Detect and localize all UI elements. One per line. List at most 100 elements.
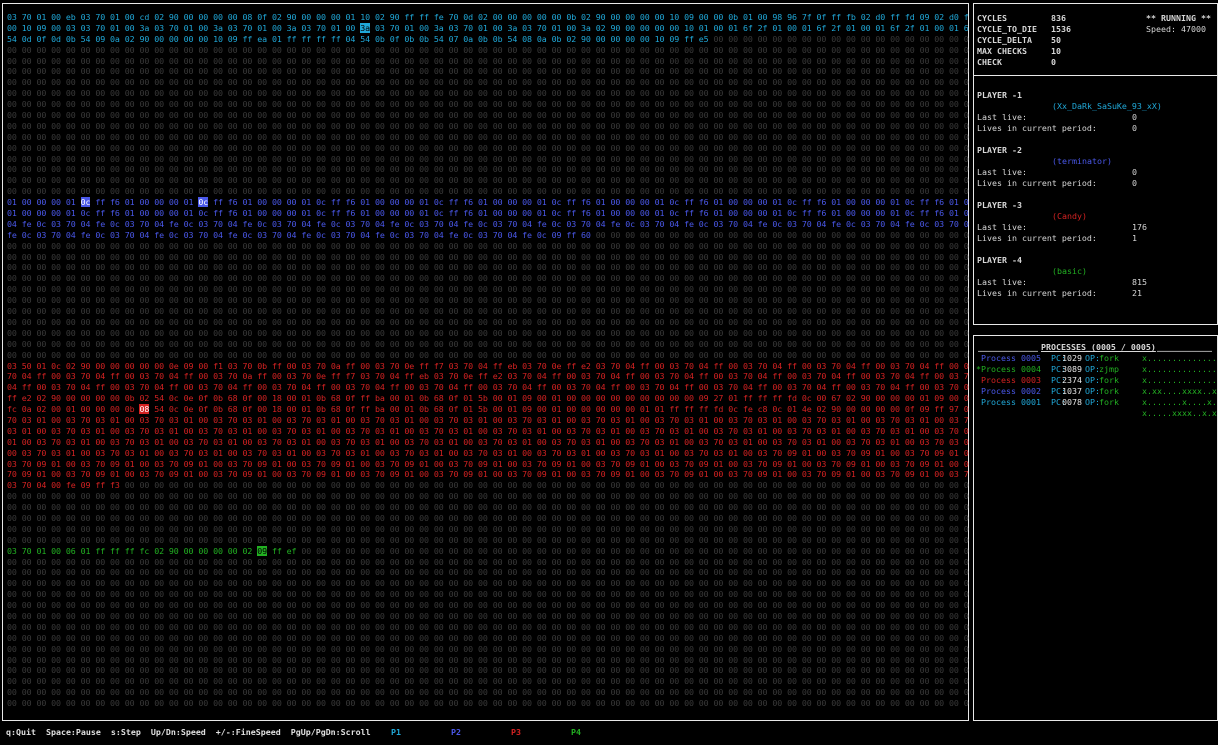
memory-row: 00 00 00 00 00 00 00 00 00 00 00 00 00 0… xyxy=(7,589,969,600)
player-lives-label: Lives in current period: xyxy=(977,233,1097,243)
memory-row: 00 00 00 00 00 00 00 00 00 00 00 00 00 0… xyxy=(7,600,969,611)
player-last-live-value: 176 xyxy=(1132,222,1147,232)
cycle-to-die-label: CYCLE_TO_DIE xyxy=(977,24,1037,34)
memory-row: 70 09 01 00 03 70 09 01 00 03 70 09 01 0… xyxy=(7,469,969,480)
max-checks-label: MAX CHECKS xyxy=(977,46,1027,56)
memory-row: 03 70 01 00 eb 03 70 01 00 cd 02 90 00 0… xyxy=(7,12,969,22)
processes-panel: ____________ PROCESSES_(0005 / 0005) ___… xyxy=(973,335,1218,721)
memory-row: 00 00 00 00 00 00 00 00 00 00 00 00 00 0… xyxy=(7,502,969,513)
stats-divider xyxy=(974,75,1217,76)
process-op-value: fork xyxy=(1099,375,1119,385)
memory-row: 03 50 01 0c 02 90 00 00 00 00 00 0e 09 0… xyxy=(7,360,969,371)
cycle-delta-value: 50 xyxy=(1051,35,1061,45)
memory-row: 00 00 00 00 00 00 00 00 00 00 00 00 00 0… xyxy=(7,610,969,621)
memory-row: 00 00 00 00 00 00 00 00 00 00 00 00 00 0… xyxy=(7,567,969,578)
player-lives-label: Lives in current period: xyxy=(977,288,1097,298)
memory-row: 00 00 00 00 00 00 00 00 00 00 00 00 00 0… xyxy=(7,175,969,186)
memory-row: 00 03 70 03 01 00 03 70 03 01 00 03 70 0… xyxy=(7,447,969,458)
speed-readout: Speed: 47000 xyxy=(1146,24,1206,34)
memory-row: 00 10 09 00 03 03 70 01 00 3a 03 70 01 0… xyxy=(7,22,969,33)
process-name: Process 0003 xyxy=(981,375,1041,385)
player-name: (Xx_DaRk_SaSuKe_93_xX) xyxy=(1052,101,1162,111)
player-last-live-value: 815 xyxy=(1132,277,1147,287)
player-header: PLAYER -2 xyxy=(977,145,1022,155)
legend-p4: P4 xyxy=(571,727,581,737)
player-last-live-label: Last live: xyxy=(977,222,1027,232)
process-pc-value: 1029 xyxy=(1062,353,1082,363)
player-lives-label: Lives in current period: xyxy=(977,123,1097,133)
processes-header-rule-left: ____________ xyxy=(978,342,1038,352)
process-op-value: fork xyxy=(1099,397,1119,407)
process-name: *Process 0004 xyxy=(976,364,1041,374)
player-last-live-value: 0 xyxy=(1132,112,1137,122)
memory-row: 00 00 00 00 00 00 00 00 00 00 00 00 00 0… xyxy=(7,186,969,197)
memory-row: 00 00 00 00 00 00 00 00 00 00 00 00 00 0… xyxy=(7,676,969,687)
player-last-live-value: 0 xyxy=(1132,167,1137,177)
process-map-overflow: x.....xxxx..x.x xyxy=(1142,408,1217,418)
memory-row: 00 00 00 00 00 00 00 00 00 00 00 00 00 0… xyxy=(7,316,969,327)
stats-panel: CYCLES 836 CYCLE_TO_DIE 1536 CYCLE_DELTA… xyxy=(973,3,1218,325)
process-op-label: OP: xyxy=(1085,375,1100,385)
memory-row: 00 00 00 00 00 00 00 00 00 00 00 00 00 0… xyxy=(7,251,969,262)
memory-row: 00 00 00 00 00 00 00 00 00 00 00 00 00 0… xyxy=(7,295,969,306)
memory-row: 01 00 03 70 03 01 00 03 70 03 01 00 03 7… xyxy=(7,436,969,447)
memory-row: fc 0a 02 00 01 00 00 00 0b 08 54 0c 0e 0… xyxy=(7,404,969,415)
max-checks-value: 10 xyxy=(1051,46,1061,56)
cycles-value: 836 xyxy=(1051,13,1066,23)
check-value: 0 xyxy=(1051,57,1056,67)
memory-row: 00 00 00 00 00 00 00 00 00 00 00 00 00 0… xyxy=(7,621,969,632)
memory-row: 70 03 01 00 03 70 03 01 00 03 70 03 01 0… xyxy=(7,414,969,425)
process-name: Process 0005 xyxy=(981,353,1041,363)
process-map: x.xx....xxxx..x xyxy=(1142,386,1217,396)
process-pc-value: 0078 xyxy=(1062,397,1082,407)
process-name: Process 0002 xyxy=(981,386,1041,396)
legend-p2: P2 xyxy=(451,727,461,737)
legend-p1: P1 xyxy=(391,727,401,737)
process-pc-value: 3089 xyxy=(1062,364,1082,374)
process-op-label: OP: xyxy=(1085,397,1100,407)
memory-row: 00 00 00 00 00 00 00 00 00 00 00 00 00 0… xyxy=(7,556,969,567)
player-lives-value: 21 xyxy=(1132,288,1142,298)
memory-row: 00 00 00 00 00 00 00 00 00 00 00 00 00 0… xyxy=(7,534,969,545)
memory-row: 00 00 00 00 00 00 00 00 00 00 00 00 00 0… xyxy=(7,632,969,643)
player-lives-label: Lives in current period: xyxy=(977,178,1097,188)
memory-row: 00 00 00 00 00 00 00 00 00 00 00 00 00 0… xyxy=(7,578,969,589)
process-op-label: OP: xyxy=(1085,364,1100,374)
memory-row: 00 00 00 00 00 00 00 00 00 00 00 00 00 0… xyxy=(7,88,969,99)
memory-row: ff e2 02 90 00 00 00 00 0b 02 54 0c 0e 0… xyxy=(7,393,969,404)
status-bar: q:Quit Space:Pause s:Step Up/Dn:Speed +/… xyxy=(0,723,1218,743)
memory-row: 00 00 00 00 00 00 00 00 00 00 00 00 00 0… xyxy=(7,131,969,142)
memory-row: 00 00 00 00 00 00 00 00 00 00 00 00 00 0… xyxy=(7,262,969,273)
memory-row: 00 00 00 00 00 00 00 00 00 00 00 00 00 0… xyxy=(7,77,969,88)
process-op-label: OP: xyxy=(1085,353,1100,363)
memory-row: 00 00 00 00 00 00 00 00 00 00 00 00 00 0… xyxy=(7,44,969,55)
memory-row: 00 00 00 00 00 00 00 00 00 00 00 00 00 0… xyxy=(7,654,969,665)
keybinding-help: q:Quit Space:Pause s:Step Up/Dn:Speed +/… xyxy=(6,727,371,737)
player-name: (Candy) xyxy=(1052,211,1087,221)
memory-row: 00 00 00 00 00 00 00 00 00 00 00 00 00 0… xyxy=(7,120,969,131)
memory-row: 54 0d 0f 0d 0b 54 09 0a 02 90 00 00 00 0… xyxy=(7,33,969,44)
player-last-live-label: Last live: xyxy=(977,167,1027,177)
process-pc-value: 1037 xyxy=(1062,386,1082,396)
process-op-value: zjmp xyxy=(1099,364,1119,374)
memory-row: 00 00 00 00 00 00 00 00 00 00 00 00 00 0… xyxy=(7,153,969,164)
memory-row: 00 00 00 00 00 00 00 00 00 00 00 00 00 0… xyxy=(7,698,969,709)
memory-row: 01 00 00 00 01 0c ff f6 01 00 00 00 01 0… xyxy=(7,208,969,219)
legend-p3: P3 xyxy=(511,727,521,737)
memory-row: 00 00 00 00 00 00 00 00 00 00 00 00 00 0… xyxy=(7,273,969,284)
process-map: x................ xyxy=(1142,353,1218,363)
memory-row: 00 00 00 00 00 00 00 00 00 00 00 00 00 0… xyxy=(7,240,969,251)
player-last-live-label: Last live: xyxy=(977,112,1027,122)
memory-row: 00 00 00 00 00 00 00 00 00 00 00 00 00 0… xyxy=(7,66,969,77)
player-header: PLAYER -3 xyxy=(977,200,1022,210)
player-lives-value: 1 xyxy=(1132,233,1137,243)
processes-header-rule-right: ___________ xyxy=(1157,342,1212,352)
memory-row: 04 ff 00 03 70 04 ff 00 03 70 04 ff 00 0… xyxy=(7,382,969,393)
memory-row: 00 00 00 00 00 00 00 00 00 00 00 00 00 0… xyxy=(7,306,969,317)
memory-row: 03 01 00 03 70 03 01 00 03 70 03 01 00 0… xyxy=(7,425,969,436)
check-label: CHECK xyxy=(977,57,1002,67)
memory-row: 03 70 04 00 fe 09 ff f3 00 00 00 00 00 0… xyxy=(7,480,969,491)
memory-row: 03 70 01 00 06 01 ff ff ff fc 02 90 00 0… xyxy=(7,545,969,556)
process-op-value: fork xyxy=(1099,386,1119,396)
process-map: x................ xyxy=(1142,364,1218,374)
